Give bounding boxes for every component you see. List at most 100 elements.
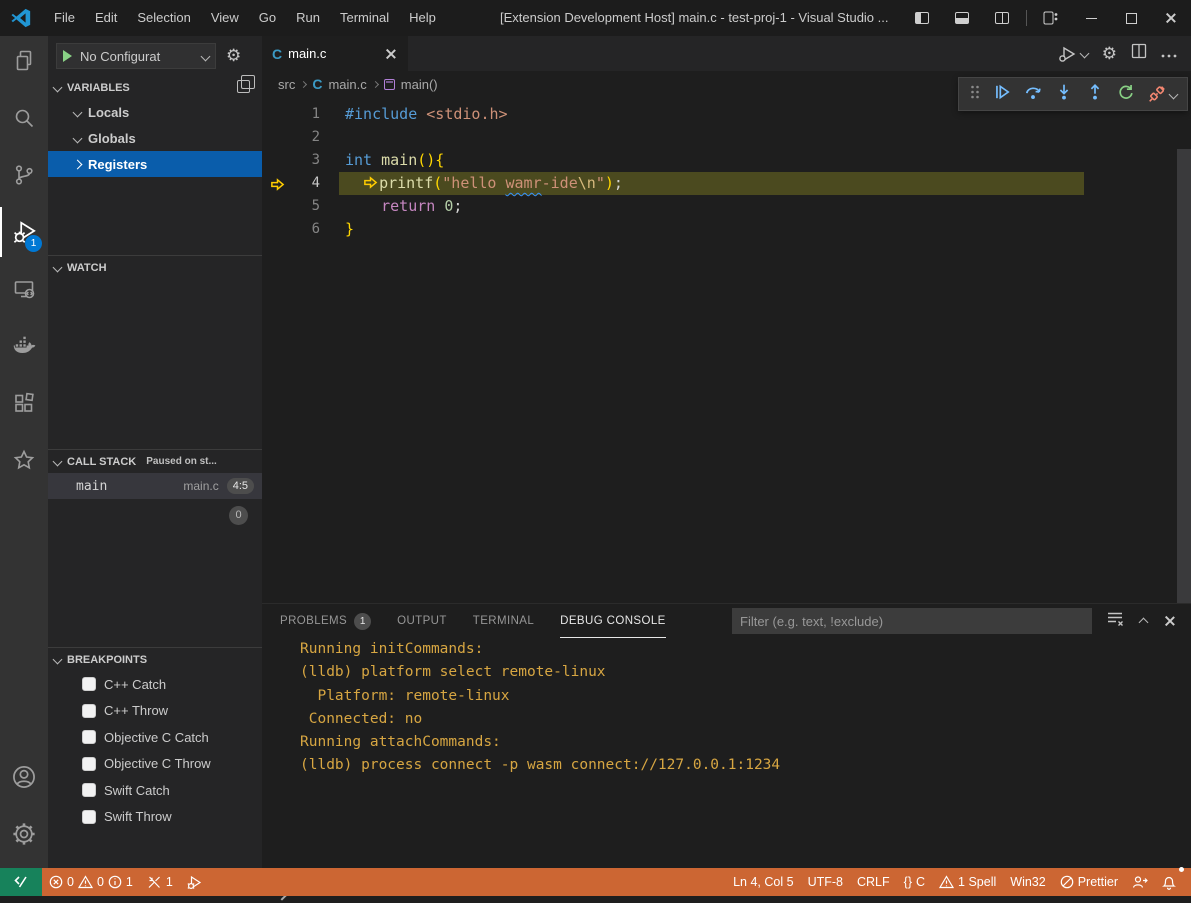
variables-item-registers[interactable]: Registers (48, 151, 262, 177)
extensions-icon[interactable] (0, 378, 48, 428)
toggle-sidebar-icon[interactable] (902, 0, 942, 36)
breakpoint-checkbox[interactable] (82, 677, 96, 691)
close-panel-icon[interactable] (1163, 614, 1177, 628)
split-editor-icon[interactable] (1131, 43, 1147, 64)
step-out-icon[interactable] (1086, 83, 1104, 106)
code-line-4[interactable]: 4 printf("hello wamr-ide\n"); (262, 172, 1177, 195)
stack-frame-row[interactable]: main main.c 4:5 (48, 473, 262, 499)
scrollbar-slider[interactable] (1177, 149, 1191, 609)
menu-file[interactable]: File (44, 0, 85, 36)
gear-icon[interactable]: ⚙ (1102, 44, 1117, 64)
watch-section-header[interactable]: WATCH (48, 256, 262, 279)
notifications-bell-icon[interactable] (1155, 868, 1183, 896)
toolbar-drag-grip[interactable] (970, 85, 980, 104)
remote-indicator[interactable] (0, 868, 42, 896)
source-control-icon[interactable] (0, 150, 48, 200)
variables-list: LocalsGlobalsRegisters (48, 99, 262, 177)
platform-indicator[interactable]: Win32 (1003, 868, 1052, 896)
launch-config-gear-icon[interactable]: ⚙ (226, 46, 241, 66)
step-into-icon[interactable] (1055, 83, 1073, 106)
cursor-position[interactable]: Ln 4, Col 5 (726, 868, 800, 896)
code-line-6[interactable]: 6} (262, 218, 1177, 241)
code-area[interactable]: 1#include <stdio.h>23int main(){4 printf… (262, 97, 1177, 603)
step-over-icon[interactable] (1024, 83, 1042, 106)
formatter-status[interactable]: Prettier (1053, 868, 1125, 896)
panel-header: PROBLEMS1 OUTPUT TERMINAL DEBUG CONSOLE (262, 604, 1191, 638)
menu-go[interactable]: Go (249, 0, 286, 36)
breakpoint-checkbox[interactable] (82, 757, 96, 771)
run-and-debug-icon[interactable]: 1 (0, 207, 48, 257)
code-line-5[interactable]: 5 return 0; (262, 195, 1177, 218)
start-debug-icon[interactable] (63, 50, 72, 62)
code-line-3[interactable]: 3int main(){ (262, 149, 1177, 172)
maximize-button[interactable] (1111, 0, 1151, 36)
debug-console[interactable]: Running initCommands:(lldb) platform sel… (262, 638, 1191, 868)
copy-icon[interactable] (237, 80, 250, 93)
variables-header-label: VARIABLES (67, 82, 130, 94)
panel-tab-output[interactable]: OUTPUT (397, 604, 447, 638)
maximize-panel-icon[interactable] (1139, 618, 1149, 628)
code-line-2[interactable]: 2 (262, 126, 1177, 149)
toggle-secondary-sidebar-icon[interactable] (982, 0, 1022, 36)
language-mode[interactable]: {} C (897, 868, 932, 896)
menu-terminal[interactable]: Terminal (330, 0, 399, 36)
breakpoints-section-header[interactable]: BREAKPOINTS (48, 648, 262, 671)
line-number: 1 (292, 103, 320, 126)
disconnect-icon[interactable] (1148, 85, 1177, 103)
menu-run[interactable]: Run (286, 0, 330, 36)
variables-section-header[interactable]: VARIABLES (48, 76, 262, 99)
ports-status[interactable]: 1 (140, 868, 180, 896)
chevron-right-icon (73, 159, 83, 169)
line-number: 4 (292, 172, 320, 195)
spell-checker-status[interactable]: 1 Spell (932, 868, 1003, 896)
restart-icon[interactable] (1117, 83, 1135, 106)
breakpoint-checkbox[interactable] (82, 730, 96, 744)
editor-scrollbar[interactable] (1177, 113, 1191, 603)
variables-item-globals[interactable]: Globals (48, 125, 262, 151)
close-tab-icon[interactable] (384, 47, 398, 61)
breadcrumb-symbol[interactable]: main() (401, 77, 438, 92)
menu-selection[interactable]: Selection (127, 0, 200, 36)
panel-tab-debug-console[interactable]: DEBUG CONSOLE (560, 604, 666, 638)
continue-icon[interactable] (993, 83, 1011, 106)
encoding-indicator[interactable]: UTF-8 (801, 868, 850, 896)
feedback-icon[interactable] (1125, 868, 1155, 896)
tab-main-c[interactable]: C main.c (262, 36, 408, 71)
account-icon[interactable] (0, 752, 48, 802)
settings-gear-icon[interactable] (0, 809, 48, 859)
search-icon[interactable] (0, 93, 48, 143)
close-button[interactable] (1151, 0, 1191, 36)
console-filter-input[interactable] (732, 608, 1092, 634)
problems-status[interactable]: 0 0 1 (42, 868, 140, 896)
variables-item-locals[interactable]: Locals (48, 99, 262, 125)
menu-help[interactable]: Help (399, 0, 446, 36)
customize-layout-icon[interactable] (1031, 0, 1071, 36)
run-or-debug-icon[interactable] (1058, 45, 1088, 63)
toggle-panel-icon[interactable] (942, 0, 982, 36)
menu-view[interactable]: View (201, 0, 249, 36)
explorer-icon[interactable] (0, 36, 48, 86)
call-stack-section-header[interactable]: CALL STACK Paused on st... (48, 450, 262, 473)
breadcrumb-folder[interactable]: src (278, 77, 295, 92)
menu-edit[interactable]: Edit (85, 0, 127, 36)
breakpoint-label: C++ Catch (104, 677, 166, 692)
minimize-button[interactable] (1071, 0, 1111, 36)
breakpoint-checkbox[interactable] (82, 704, 96, 718)
breadcrumb-file[interactable]: main.c (328, 77, 366, 92)
panel-tab-terminal[interactable]: TERMINAL (473, 604, 534, 638)
breakpoint-row: Swift Throw (48, 804, 262, 831)
more-actions-icon[interactable] (1161, 45, 1177, 63)
launch-config-dropdown[interactable]: No Configurat (56, 43, 216, 69)
breakpoint-checkbox[interactable] (82, 810, 96, 824)
console-line: (lldb) process connect -p wasm connect:/… (262, 754, 1191, 777)
clear-console-icon[interactable] (1107, 611, 1124, 631)
panel-tab-problems[interactable]: PROBLEMS1 (280, 604, 371, 638)
debug-status-icon[interactable] (180, 868, 211, 896)
formatter-label: Prettier (1078, 875, 1118, 889)
eol-indicator[interactable]: CRLF (850, 868, 897, 896)
remote-explorer-icon[interactable] (0, 264, 48, 314)
star-icon[interactable] (0, 435, 48, 485)
symbol-method-icon (384, 79, 395, 90)
docker-icon[interactable] (0, 321, 48, 371)
breakpoint-checkbox[interactable] (82, 783, 96, 797)
